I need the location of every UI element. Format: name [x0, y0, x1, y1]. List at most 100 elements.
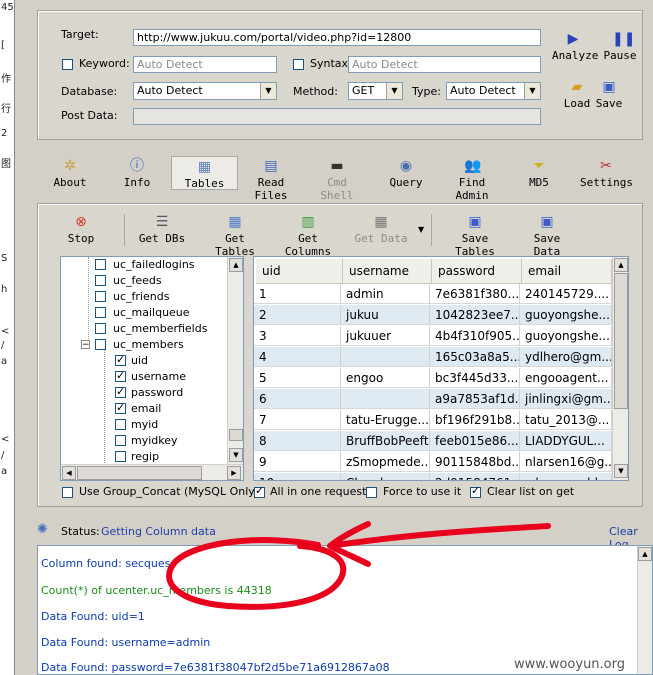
column-header-email[interactable]: email: [522, 259, 612, 284]
tree-checkbox[interactable]: [95, 259, 106, 270]
stop-button[interactable]: ⊗ Stop: [64, 214, 98, 245]
tree-vertical-scrollbar[interactable]: ▲ ▼: [227, 257, 243, 464]
tables-button[interactable]: ▦ Tables: [171, 156, 238, 190]
tree-checkbox[interactable]: [115, 419, 126, 430]
table-cell: 5: [254, 368, 341, 388]
column-header-username[interactable]: username: [343, 259, 432, 284]
scrollbar-thumb[interactable]: [614, 273, 628, 409]
tree-checkbox[interactable]: [115, 435, 126, 446]
force-checkbox[interactable]: [366, 487, 377, 498]
keyword-input[interactable]: Auto Detect: [133, 56, 277, 73]
get-columns-label: Get Columns: [284, 232, 332, 258]
scroll-left-icon[interactable]: ◀: [62, 466, 76, 480]
tree-checkbox[interactable]: [95, 339, 106, 350]
tree-checkbox[interactable]: [115, 352, 126, 368]
save-data-button[interactable]: ▣ Save Data: [518, 214, 576, 258]
group-concat-checkbox[interactable]: [62, 487, 73, 498]
chevron-down-icon[interactable]: ▼: [524, 83, 540, 99]
save-tables-button[interactable]: ▣ Save Tables: [440, 214, 510, 258]
table-row[interactable]: 1 admin 7e6381f380... 240145729....: [254, 284, 612, 304]
database-select[interactable]: Auto Detect ▼: [133, 82, 277, 100]
tree-checkbox[interactable]: [95, 323, 106, 334]
find-admin-button[interactable]: 👥 Find Admin: [440, 158, 504, 202]
scroll-down-icon[interactable]: ▼: [229, 448, 243, 462]
keyword-checkbox[interactable]: [62, 59, 73, 70]
tree-checkbox[interactable]: [95, 275, 106, 286]
scroll-up-icon[interactable]: ▲: [614, 258, 628, 272]
grid-vertical-scrollbar[interactable]: ▲ ▼: [612, 257, 628, 480]
scroll-up-icon[interactable]: ▲: [229, 258, 243, 272]
scroll-down-icon[interactable]: ▼: [614, 464, 628, 478]
table-cell: 8: [254, 431, 341, 451]
data-grid[interactable]: uid username password email 1 admin 7e6381…: [253, 256, 629, 481]
table-row[interactable]: 4 165c03a8a5... ydlhero@gm...: [254, 347, 612, 367]
scrollbar-thumb[interactable]: [77, 466, 202, 480]
analyze-label: Analyze: [552, 49, 599, 62]
tables-label: Tables: [184, 177, 225, 190]
tree-checkbox[interactable]: [115, 400, 126, 416]
pause-button[interactable]: ❚❚ Pause: [602, 31, 638, 62]
target-url-input[interactable]: http://www.jukuu.com/portal/video.php?id…: [133, 29, 541, 46]
all-in-one-checkbox[interactable]: [254, 484, 265, 498]
tree-checkbox[interactable]: [115, 451, 126, 462]
get-dbs-button[interactable]: ☰ Get DBs: [137, 214, 187, 245]
table-row[interactable]: 3 jukuuer 4b4f310f905... guoyongshe...: [254, 326, 612, 346]
tree-checkbox[interactable]: [95, 291, 106, 302]
post-data-input[interactable]: [133, 108, 541, 125]
about-button[interactable]: ✲ About: [50, 158, 90, 189]
tree-checkbox[interactable]: [115, 368, 126, 384]
table-cell: a9a7853af1d...: [430, 389, 520, 409]
table-row[interactable]: 5 engoo bc3f445d33... engooagent...: [254, 368, 612, 388]
log-panel[interactable]: Column found: secques Count(*) of ucente…: [37, 545, 653, 675]
tree-checkbox[interactable]: [95, 307, 106, 318]
pause-icon: ❚❚: [612, 31, 636, 47]
column-header-password[interactable]: password: [432, 259, 522, 284]
chevron-down-icon[interactable]: ▼: [260, 83, 276, 99]
load-button[interactable]: ▰ Load: [562, 79, 592, 110]
analyze-button[interactable]: ▶ Analyze: [552, 31, 598, 62]
table-row[interactable]: 8 BruffBobPeeft feeb015e86... LIADDYGUL...: [254, 431, 612, 451]
type-select[interactable]: Auto Detect ▼: [446, 82, 541, 100]
column-header-uid[interactable]: uid: [256, 259, 343, 284]
strip-char: /: [1, 450, 5, 461]
table-cell: 9: [254, 452, 341, 472]
table-row[interactable]: 10Clonelose2d91584761...c.lo.n.e.c.dd...: [254, 473, 612, 480]
log-vertical-scrollbar[interactable]: ▲: [637, 546, 652, 674]
read-files-button[interactable]: ▤ Read Files: [240, 158, 302, 202]
table-row[interactable]: 6 a9a7853af1d... jinlingxi@gm...: [254, 389, 612, 409]
collapse-icon[interactable]: −: [81, 340, 90, 350]
tree-horizontal-scrollbar[interactable]: ◀ ▶: [61, 464, 243, 480]
table-row[interactable]: 7 tatu-Erugge... bf196f291b8... tatu_2013@.…: [254, 410, 612, 430]
about-label: About: [53, 176, 87, 189]
funnel-icon: ⏷: [533, 158, 545, 174]
syntax-input[interactable]: Auto Detect: [348, 56, 541, 73]
table-cell: tatu_2013@...: [520, 410, 612, 430]
scrollbar-thumb[interactable]: [229, 429, 243, 441]
table-cell: BruffBobPeeft: [341, 431, 430, 451]
table-cell: [341, 389, 430, 409]
info-button[interactable]: ⓘ Info: [120, 158, 154, 189]
scroll-up-icon[interactable]: ▲: [638, 547, 652, 561]
get-columns-button[interactable]: ▥ Get Columns: [272, 214, 344, 258]
scroll-right-icon[interactable]: ▶: [227, 466, 241, 480]
table-row[interactable]: 2 jukuu 1042823ee7... guoyongshe...: [254, 305, 612, 325]
method-select[interactable]: GET ▼: [348, 82, 403, 100]
query-button[interactable]: ◉ Query: [386, 158, 426, 189]
table-row[interactable]: 9 zSmopmede... 90115848bd... nlarsen16@g...: [254, 452, 612, 472]
tree-item-label: uc_failedlogins: [113, 258, 195, 271]
get-data-button[interactable]: ▦ Get Data: [352, 214, 410, 245]
log-line: Data Found: uid=1: [41, 610, 145, 623]
get-tables-button[interactable]: ▦ Get Tables: [203, 214, 267, 258]
get-data-label: Get Data: [354, 232, 408, 245]
save-label: Save: [595, 97, 623, 110]
cmd-shell-button[interactable]: ▬ Cmd Shell: [308, 158, 366, 202]
tables-tree[interactable]: uc_failedlogins uc_feeds uc_friends uc_m…: [60, 256, 244, 481]
clear-list-checkbox[interactable]: [470, 484, 481, 498]
save-button[interactable]: ▣ Save: [594, 79, 624, 110]
syntax-checkbox[interactable]: [293, 59, 304, 70]
settings-button[interactable]: ✂ Settings: [580, 158, 633, 189]
chevron-down-icon[interactable]: ▼: [386, 83, 402, 99]
chevron-down-icon[interactable]: ▼: [418, 225, 424, 234]
md5-button[interactable]: ⏷ MD5: [525, 158, 553, 189]
tree-checkbox[interactable]: [115, 384, 126, 400]
